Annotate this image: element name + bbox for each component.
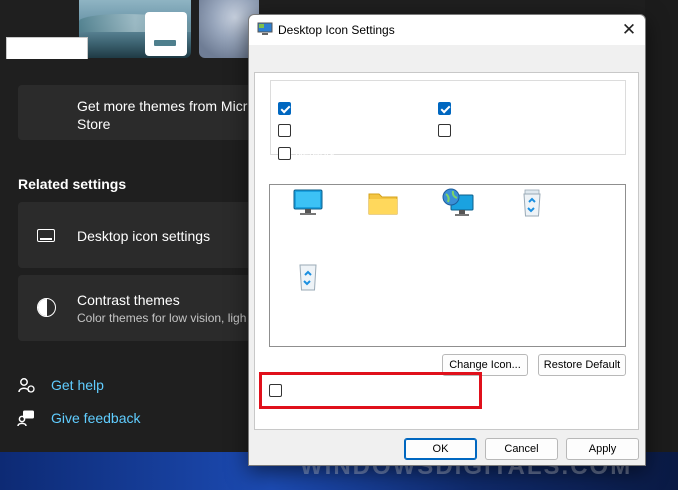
icon-sublabel: (empty) bbox=[289, 309, 327, 321]
icon-label: This PC bbox=[288, 222, 328, 234]
feedback-icon bbox=[17, 410, 34, 427]
monitor-icon bbox=[293, 189, 323, 215]
checkbox-box[interactable] bbox=[278, 124, 291, 137]
thumbnail-window-preview bbox=[145, 12, 187, 56]
computer-label: Computer bbox=[295, 102, 344, 115]
highlight-box bbox=[259, 372, 482, 409]
theme-thumbnail-1[interactable] bbox=[79, 0, 191, 58]
icon-item-this-pc[interactable]: This PC bbox=[273, 188, 343, 235]
thumbnail-window-bar bbox=[154, 40, 176, 46]
tab-desktop-icons[interactable]: Desktop Icons bbox=[6, 37, 88, 59]
ok-button[interactable]: OK bbox=[404, 438, 477, 460]
checkbox-box[interactable] bbox=[438, 124, 451, 137]
icon-label: Wai Hoe Nyau bbox=[362, 222, 404, 247]
desktop-icon-settings-label: Desktop icon settings bbox=[77, 228, 211, 244]
recycle-bin-label: Recycle Bin bbox=[455, 102, 514, 115]
users-files-label: User's Files bbox=[295, 124, 353, 137]
checkbox-box[interactable] bbox=[278, 102, 291, 115]
contrast-themes-description: Color themes for low vision, ligh bbox=[77, 311, 247, 325]
checkbox-box[interactable] bbox=[278, 147, 291, 160]
network-checkbox[interactable]: Network bbox=[278, 147, 335, 160]
network-label: Network bbox=[295, 147, 336, 160]
recycle-bin-checkbox[interactable]: Recycle Bin bbox=[438, 102, 513, 115]
icon-item-recycle-bin-empty[interactable]: Recycle Bin (empty) bbox=[273, 262, 343, 322]
desktop-icons-group-label: Desktop icons bbox=[275, 81, 351, 93]
give-feedback-link[interactable]: Give feedback bbox=[51, 410, 141, 426]
related-settings-heading: Related settings bbox=[18, 176, 127, 192]
store-line-2: Store bbox=[77, 116, 111, 132]
close-icon[interactable]: ✕ bbox=[615, 19, 643, 41]
users-files-checkbox[interactable]: User's Files bbox=[278, 124, 352, 137]
get-help-link[interactable]: Get help bbox=[51, 377, 104, 393]
help-icon bbox=[18, 378, 35, 393]
control-panel-checkbox[interactable]: Control Panel bbox=[438, 124, 522, 137]
desktop-settings-icon bbox=[257, 22, 273, 35]
icon-label: Recycle Bin bbox=[502, 222, 562, 234]
icon-sublabel: (full) bbox=[521, 235, 543, 247]
icon-item-recycle-bin-full[interactable]: Recycle Bin (full) bbox=[497, 188, 567, 248]
get-more-themes-text: Get more themes from Micr Store bbox=[77, 97, 257, 133]
contrast-themes-label: Contrast themes bbox=[77, 292, 180, 308]
icon-item-network[interactable]: Network bbox=[423, 188, 493, 235]
computer-checkbox[interactable]: Computer bbox=[278, 102, 343, 115]
restore-default-button[interactable]: Restore Default bbox=[538, 354, 626, 376]
store-line-1: Get more themes from Micr bbox=[77, 98, 248, 114]
monitor-icon bbox=[37, 229, 55, 242]
contrast-icon bbox=[37, 298, 56, 317]
dialog-titlebar[interactable]: Desktop Icon Settings ✕ bbox=[249, 15, 645, 45]
network-globe-icon bbox=[442, 188, 474, 216]
recycle-bin-empty-icon bbox=[299, 264, 317, 291]
control-panel-label: Control Panel bbox=[455, 124, 522, 137]
apply-button[interactable]: Apply bbox=[566, 438, 639, 460]
icon-label: Network bbox=[437, 222, 479, 234]
recycle-bin-full-icon bbox=[523, 189, 541, 217]
icon-item-user-folder[interactable]: Wai Hoe Nyau bbox=[348, 188, 418, 248]
checkbox-box[interactable] bbox=[438, 102, 451, 115]
dialog-title: Desktop Icon Settings bbox=[278, 23, 395, 37]
cancel-button[interactable]: Cancel bbox=[485, 438, 558, 460]
icon-label: Recycle Bin bbox=[278, 296, 338, 308]
desktop-edge bbox=[645, 0, 678, 452]
folder-icon bbox=[368, 193, 398, 215]
